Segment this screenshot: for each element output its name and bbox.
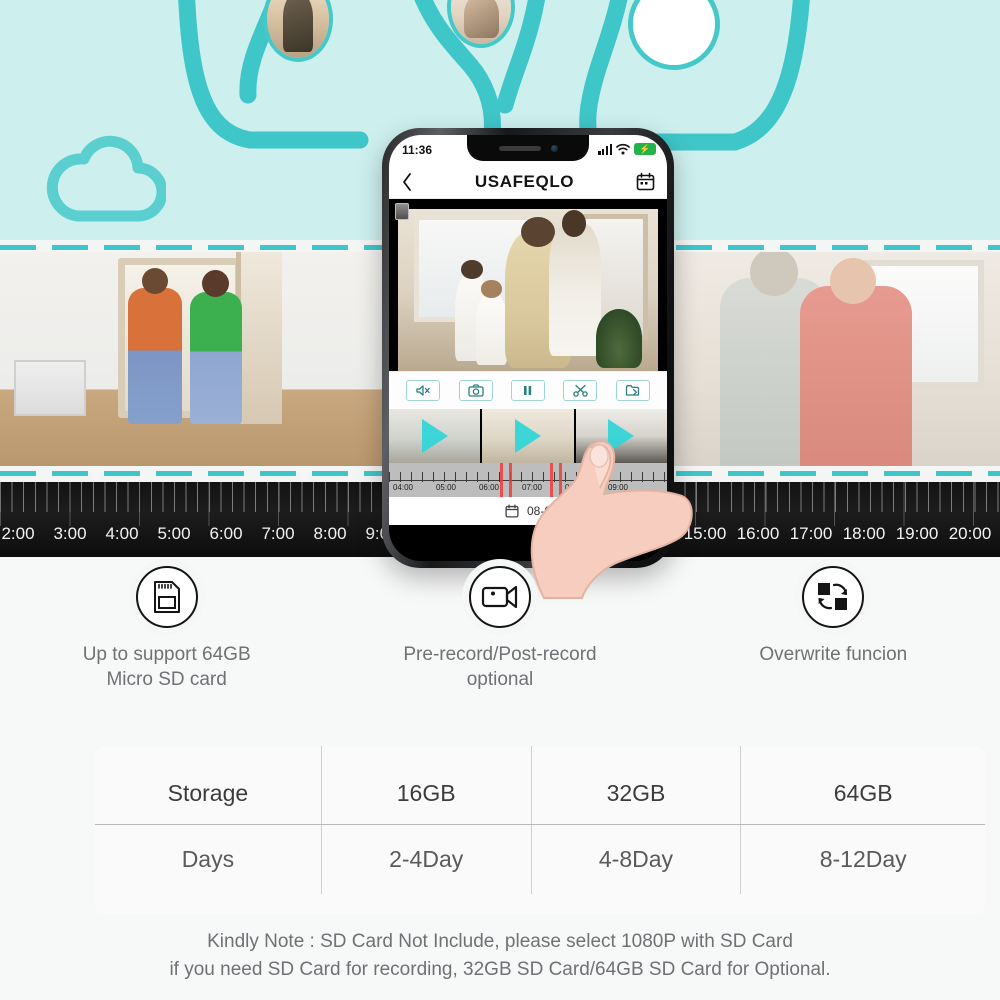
note-line-1: Kindly Note : SD Card Not Include, pleas… bbox=[207, 931, 793, 952]
feature-label: Pre-record/Post-record optional bbox=[403, 642, 596, 692]
timeline-label: 16:00 bbox=[736, 524, 780, 543]
video-camera-icon-circle bbox=[468, 566, 531, 628]
note-line-2: if you need SD Card for recording, 32GB … bbox=[169, 958, 831, 980]
table-header-cell: 32GB bbox=[530, 746, 741, 825]
sd-card-icon-circle bbox=[135, 566, 198, 628]
feature-overwrite: Overwrite funcion bbox=[667, 566, 1000, 734]
play-icon bbox=[608, 419, 635, 453]
scrub-label: 07:00 bbox=[521, 483, 543, 492]
scrub-label: 04:00 bbox=[392, 483, 414, 492]
camera-device-icon bbox=[395, 203, 409, 220]
feature-row: Up to support 64GB Micro SD card Pre-rec… bbox=[0, 566, 1000, 734]
feature-sd-card: Up to support 64GB Micro SD card bbox=[0, 566, 333, 734]
event-marker bbox=[500, 463, 504, 497]
event-marker bbox=[558, 463, 562, 497]
phone-scrub-timeline[interactable]: 04:00 05:00 06:00 07:00 08:00 09:00 bbox=[389, 463, 667, 497]
feature-label: Up to support 64GB Micro SD card bbox=[83, 642, 251, 692]
clip-thumbnail-1[interactable] bbox=[389, 409, 481, 463]
calendar-icon bbox=[505, 504, 519, 518]
scrub-label: 05:00 bbox=[435, 483, 457, 492]
sd-card-icon bbox=[153, 581, 180, 613]
storage-table-card: Storage 16GB 32GB 64GB Days 2-4Day 4-8Day 8-12D… bbox=[95, 746, 985, 914]
feature-label-line1: Up to support 64GB bbox=[82, 644, 251, 665]
status-bar: 11:36 ⚡ bbox=[389, 135, 667, 165]
storage-table: Storage 16GB 32GB 64GB Days 2-4Day 4-8Day 8-12D… bbox=[95, 746, 985, 894]
event-marker bbox=[550, 463, 554, 497]
scrub-label: 09:00 bbox=[607, 483, 629, 492]
video-camera-icon bbox=[481, 585, 518, 609]
feature-label: Overwrite funcion bbox=[759, 642, 907, 667]
table-row: Days 2-4Day 4-8Day 8-12Day bbox=[95, 824, 985, 894]
date-selector-row[interactable]: 08-0 bbox=[389, 497, 667, 525]
feature-label-line2: Micro SD card bbox=[106, 669, 227, 691]
phone-screen: 11:36 ⚡ USAFEQLO 04:00 05:00 06:00 07:00… bbox=[389, 135, 667, 561]
table-cell: Days bbox=[181, 845, 235, 872]
chevron-left-icon[interactable] bbox=[401, 172, 413, 192]
smartphone-mockup: 11:36 ⚡ USAFEQLO 04:00 05:00 06:00 07:00… bbox=[382, 128, 674, 568]
signal-bars-icon bbox=[598, 143, 612, 155]
feature-label-line2: optional bbox=[466, 669, 534, 691]
feature-prerecord: Pre-record/Post-record optional bbox=[333, 566, 666, 734]
video-control-bar[interactable] bbox=[389, 371, 667, 409]
cloud-icon bbox=[46, 135, 166, 222]
scene-elderly-couple-hugging bbox=[672, 252, 1000, 474]
table-header-cell: Storage bbox=[95, 746, 322, 825]
overwrite-swap-icon-circle bbox=[802, 566, 865, 628]
clip-thumbnail-2[interactable] bbox=[482, 409, 574, 463]
snapshot-button[interactable] bbox=[458, 380, 493, 401]
table-header-cell: 64GB bbox=[740, 746, 985, 825]
status-time: 11:36 bbox=[402, 143, 433, 157]
app-header: USAFEQLO bbox=[389, 165, 667, 199]
table-cell: 8-12Day bbox=[740, 824, 985, 894]
feature-label-line1: Overwrite funcion bbox=[759, 644, 908, 665]
scrub-label: 08:00 bbox=[564, 483, 586, 492]
table-header-cell: 16GB bbox=[320, 746, 532, 825]
timeline-label: 17:00 bbox=[789, 524, 833, 543]
table-cell: 4-8Day bbox=[530, 824, 741, 894]
clip-thumbnail-3[interactable] bbox=[575, 409, 667, 463]
video-frame bbox=[398, 209, 658, 371]
table-header-row: Storage 16GB 32GB 64GB bbox=[95, 746, 985, 825]
scrub-baseline bbox=[389, 480, 667, 481]
cut-button[interactable] bbox=[563, 380, 598, 401]
wifi-icon bbox=[616, 143, 630, 155]
clip-thumbnail-row[interactable] bbox=[389, 409, 667, 463]
overwrite-swap-icon bbox=[818, 583, 848, 610]
play-icon bbox=[421, 419, 448, 453]
timeline-label: 15:00 bbox=[683, 524, 727, 543]
selected-date: 08-0 bbox=[526, 504, 552, 518]
timeline-label: 19:00 bbox=[895, 524, 939, 543]
table-cell: 2-4Day bbox=[320, 824, 532, 894]
timeline-label: 18:00 bbox=[842, 524, 886, 543]
battery-charging-icon: ⚡ bbox=[634, 143, 656, 155]
play-icon bbox=[514, 419, 541, 453]
app-title: USAFEQLO bbox=[474, 171, 575, 191]
scene-couple-entering-door bbox=[0, 252, 386, 474]
earpiece-speaker bbox=[498, 145, 541, 151]
event-marker bbox=[508, 463, 512, 497]
pause-button[interactable] bbox=[510, 380, 545, 401]
live-video-area[interactable] bbox=[389, 199, 667, 371]
footer-note: Kindly Note : SD Card Not Include, pleas… bbox=[0, 928, 1000, 983]
phone-notch bbox=[467, 135, 589, 161]
timeline-label: 20:00 bbox=[948, 524, 992, 543]
calendar-icon[interactable] bbox=[636, 172, 655, 191]
mute-button[interactable] bbox=[406, 380, 441, 401]
feature-label-line1: Pre-record/Post-record bbox=[403, 644, 597, 665]
scrub-label: 06:00 bbox=[478, 483, 500, 492]
save-button[interactable] bbox=[615, 380, 650, 401]
front-camera-icon bbox=[550, 144, 558, 152]
